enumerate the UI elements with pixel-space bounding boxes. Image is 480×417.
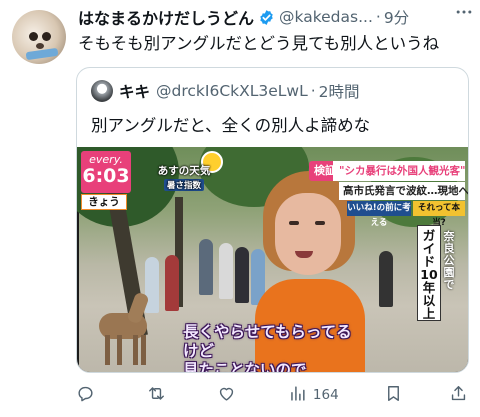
interviewee-eye [289,221,299,225]
guide-caption: ガイド10年以上 [417,225,441,321]
deer-leg [141,335,146,365]
tweet-actions: 164 [76,382,470,408]
avatar-collar [25,47,59,61]
reply-icon [76,384,95,407]
quoted-tweet-timestamp: 2時間 [318,83,360,101]
quoted-author-avatar [91,80,113,102]
deer [89,291,155,367]
quoted-tweet-text: 別アングルだと、全くの別人よ諦めな [91,116,371,135]
bystander [199,239,213,295]
deer-leg [105,335,110,365]
repost-button[interactable] [147,384,172,407]
bystander [165,255,179,311]
separator-dot: · [310,82,316,100]
bystander [379,251,393,307]
author-name[interactable]: はなまるかけだしうどん [78,5,254,29]
avatar-eye [29,32,38,41]
news-headline: "シカ暴行は外国人観光客" [333,161,465,181]
avatar-nose [36,43,44,49]
share-button[interactable] [449,384,468,407]
bookmark-icon [384,384,403,407]
views-count: 164 [312,387,339,403]
news-tag-really: それって本当? [413,201,465,228]
deer-leg [117,335,122,365]
deer-neck [126,291,150,325]
bystander [219,243,233,299]
quoted-tweet-card[interactable]: キキ @drckI6CkXL3eLwL · 2時間 別アングルだと、全くの別人よ… [76,67,469,373]
tweet-header: はなまるかけだしうどん @kakedas... · 9分 [78,5,470,29]
weather-title: あすの天気 [157,165,211,177]
quoted-tweet-header: キキ @drckI6CkXL3eLwL · 2時間 [91,80,360,102]
tv-clock: 6:03 [82,165,130,187]
quoted-media-image[interactable]: every. 6:03 きょう あすの天気 暑さ指数 検証 "シカ暴行は外国人観… [77,147,468,373]
quoted-author-handle: @drckI6CkXL3eLwL [156,82,308,100]
subtitle-line: 見たことないので [183,361,307,373]
bystander [235,247,249,303]
share-icon [449,384,468,407]
views-icon [288,384,307,407]
tweet-timestamp[interactable]: 9分 [384,6,409,28]
reply-button[interactable] [76,384,101,407]
like-button[interactable] [217,384,242,407]
interview-subtitle: 長くやらせてもらってるけど 見たことないので [183,323,359,373]
separator-dot: · [375,8,381,26]
heart-icon [217,384,236,407]
repost-icon [147,384,166,407]
interviewee-face [275,193,341,275]
day-label: きょう [81,194,127,210]
verified-badge-icon[interactable] [258,9,275,26]
location-caption: 奈良公園で [443,230,455,291]
weather-sub: 暑さ指数 [163,179,204,191]
weather-caption: あすの天気 暑さ指数 [149,163,219,191]
tweet-text: そもそも別アングルだとどう見ても別人というね [78,34,440,53]
author-avatar[interactable] [12,10,66,64]
news-subheadline: 高市氏発言で波紋…現地へ [339,182,468,200]
bookmark-button[interactable] [384,384,403,407]
news-tag-think: いいね!の前に考える [347,201,411,228]
more-icon[interactable] [454,2,474,26]
deer-leg [133,335,138,365]
subtitle-line: 長くやらせてもらってるけど [183,323,352,360]
views-button[interactable]: 164 [288,384,339,407]
avatar-eye [42,32,51,41]
author-handle[interactable]: @kakedas... [279,8,373,26]
interviewee-eye [315,221,325,225]
tv-program-logo: every. 6:03 [81,151,131,193]
quoted-author-name: キキ [119,83,151,101]
